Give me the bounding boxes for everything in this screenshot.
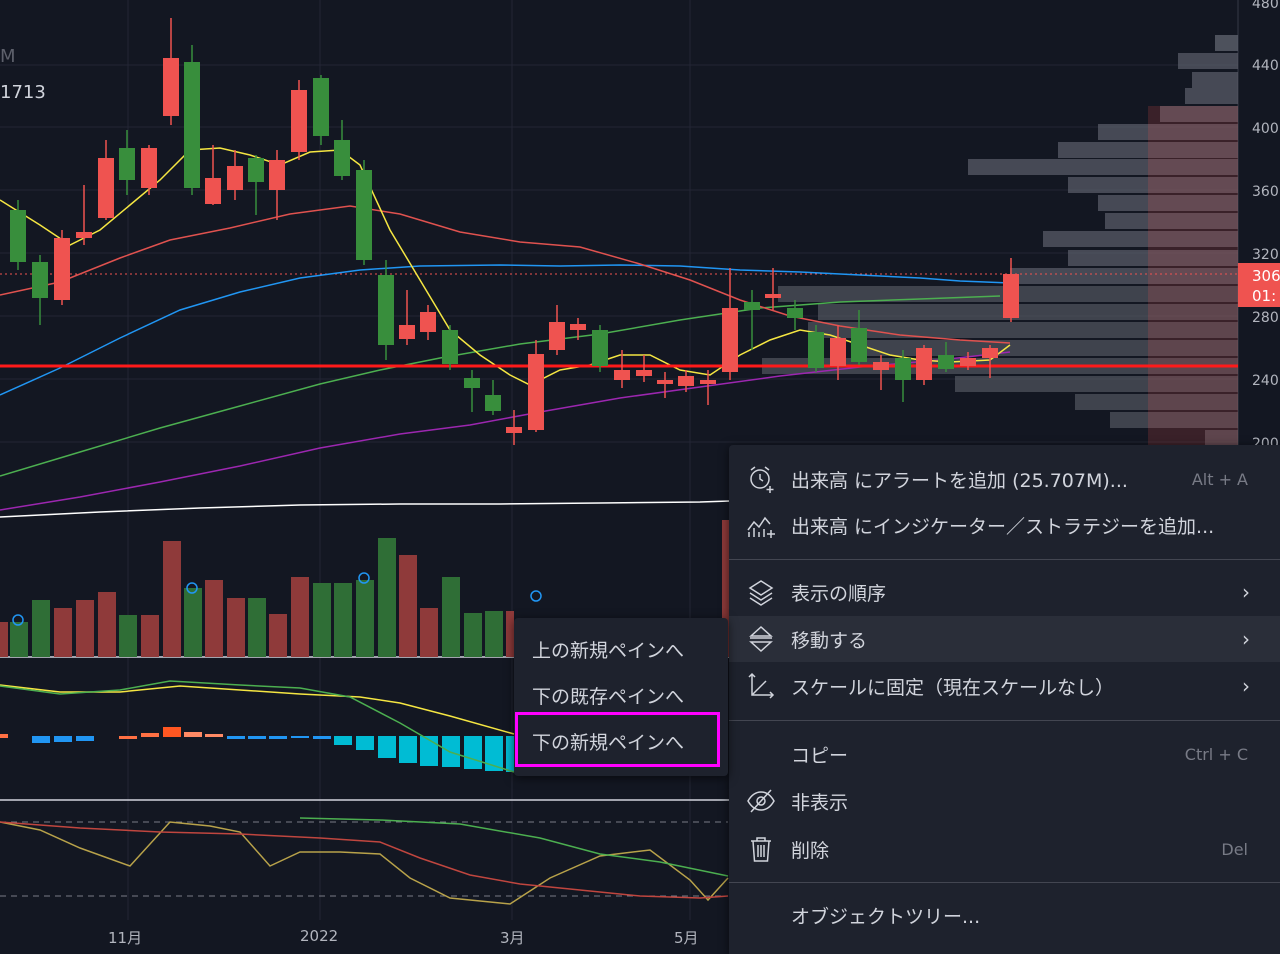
svg-text:306: 306: [1252, 267, 1280, 285]
oscillator-pane: [0, 817, 729, 905]
menu-item-display-order[interactable]: 表示の順序 ›: [729, 569, 1280, 615]
svg-text:400: 400: [1252, 121, 1279, 137]
macd-pane: [0, 680, 515, 773]
svg-text:360: 360: [1252, 184, 1279, 200]
menu-item-hide[interactable]: 非表示: [729, 778, 1280, 824]
axis-scale-icon: [745, 670, 777, 702]
indicator-add-icon: [745, 509, 777, 541]
move-pane-icon: [745, 623, 777, 655]
volume-profile: [762, 35, 1238, 446]
chevron-right-icon: ›: [1242, 627, 1250, 651]
highlight-box: [515, 712, 720, 767]
time-label-mar: 3月: [500, 929, 525, 947]
submenu-item-new-pane-above[interactable]: 上の新規ペインへ: [514, 626, 728, 672]
context-menu: 出来高 にアラートを追加 (25.707M)... Alt + A 出来高 にイ…: [729, 445, 1280, 954]
svg-text:240: 240: [1252, 373, 1279, 389]
svg-text:440: 440: [1252, 58, 1279, 74]
legend-value: 1713: [0, 82, 46, 103]
menu-item-copy[interactable]: コピー Ctrl + C: [729, 731, 1280, 777]
menu-item-delete[interactable]: 削除 Del: [729, 826, 1280, 872]
move-submenu: 上の新規ペインへ 下の既存ペインへ 下の新規ペインへ: [514, 618, 728, 776]
menu-item-add-indicator[interactable]: 出来高 にインジケーター／ストラテジーを追加...: [729, 502, 1280, 548]
chevron-right-icon: ›: [1242, 674, 1250, 698]
time-label-2022: 2022: [300, 927, 339, 945]
trash-icon: [745, 833, 777, 865]
svg-text:280: 280: [1252, 310, 1279, 326]
legend-interval: M: [0, 46, 16, 67]
svg-text:480: 480: [1252, 0, 1279, 12]
chevron-right-icon: ›: [1242, 580, 1250, 604]
menu-item-pin-to-scale[interactable]: スケールに固定（現在スケールなし） ›: [729, 663, 1280, 709]
price-axis: 480 440 400 360 320 280 240 200 306 01:: [1238, 0, 1280, 452]
time-label-nov: 11月: [108, 929, 143, 947]
candles: [10, 18, 1019, 445]
alarm-clock-plus-icon: [745, 463, 777, 495]
menu-item-add-alert[interactable]: 出来高 にアラートを追加 (25.707M)... Alt + A: [729, 456, 1280, 502]
ma-white-line: [0, 500, 731, 518]
svg-text:320: 320: [1252, 247, 1279, 263]
svg-text:01:: 01:: [1252, 287, 1276, 305]
menu-item-object-tree[interactable]: オブジェクトツリー...: [729, 892, 1280, 938]
menu-item-move[interactable]: 移動する ›: [729, 616, 1280, 662]
time-label-may: 5月: [674, 929, 699, 947]
eye-off-icon: [745, 785, 777, 817]
layers-icon: [745, 576, 777, 608]
